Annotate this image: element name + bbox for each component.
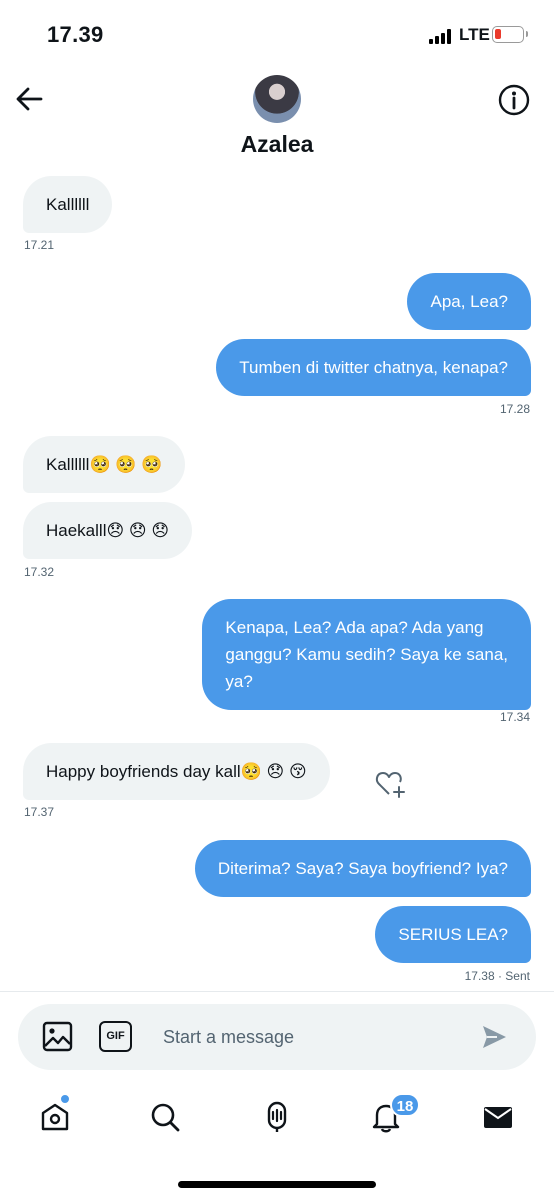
contact-name[interactable]: Azalea bbox=[0, 131, 554, 158]
status-bar: 17.39 LTE bbox=[0, 0, 554, 70]
message-bubble-outgoing[interactable]: Tumben di twitter chatnya, kenapa? bbox=[216, 339, 531, 396]
bottom-nav: 18 bbox=[0, 1090, 554, 1150]
message-bubble-incoming[interactable]: Kallllll🥺 🥺 🥺 bbox=[23, 436, 186, 493]
divider bbox=[0, 991, 554, 992]
home-icon[interactable] bbox=[38, 1100, 72, 1134]
status-time: 17.39 bbox=[47, 22, 104, 47]
message-bubble-incoming[interactable]: Haekalll😞 😞 😞 bbox=[23, 502, 193, 559]
signal-icon bbox=[429, 28, 453, 44]
message-timestamp: 17.37 bbox=[24, 805, 55, 819]
home-indicator bbox=[178, 1181, 376, 1188]
message-bubble-incoming[interactable]: Kallllll bbox=[23, 176, 113, 233]
search-icon[interactable] bbox=[148, 1100, 182, 1134]
conversation-header: Azalea bbox=[0, 70, 554, 165]
message-timestamp: 17.32 bbox=[24, 565, 55, 579]
message-bubble-outgoing[interactable]: SERIUS LEA? bbox=[375, 906, 531, 963]
notification-count-badge: 18 bbox=[390, 1093, 420, 1117]
message-status: 17.38 · Sent bbox=[464, 969, 530, 983]
message-timestamp: 17.21 bbox=[24, 238, 55, 252]
home-unread-dot bbox=[60, 1094, 70, 1104]
message-bubble-incoming[interactable]: Happy boyfriends day kall🥺 😞 😚 bbox=[23, 743, 330, 800]
message-timestamp: 17.34 bbox=[499, 710, 530, 724]
message-composer: GIF bbox=[18, 1004, 536, 1070]
spaces-icon[interactable] bbox=[260, 1100, 294, 1134]
network-label: LTE bbox=[459, 25, 490, 44]
add-reaction-icon[interactable] bbox=[374, 768, 408, 800]
battery-icon bbox=[492, 26, 528, 43]
image-icon[interactable] bbox=[42, 1021, 73, 1052]
back-arrow-icon[interactable] bbox=[14, 84, 44, 114]
message-input[interactable] bbox=[163, 1024, 463, 1050]
send-icon[interactable] bbox=[480, 1023, 508, 1051]
message-bubble-outgoing[interactable]: Kenapa, Lea? Ada apa? Ada yang ganggu? K… bbox=[202, 599, 531, 710]
gif-icon[interactable]: GIF bbox=[99, 1021, 132, 1052]
avatar[interactable] bbox=[253, 75, 301, 123]
messages-envelope-icon[interactable] bbox=[481, 1100, 515, 1134]
message-timestamp: 17.28 bbox=[499, 402, 530, 416]
message-bubble-outgoing[interactable]: Diterima? Saya? Saya boyfriend? Iya? bbox=[194, 840, 531, 897]
info-icon[interactable] bbox=[497, 83, 531, 117]
message-bubble-outgoing[interactable]: Apa, Lea? bbox=[407, 273, 531, 330]
